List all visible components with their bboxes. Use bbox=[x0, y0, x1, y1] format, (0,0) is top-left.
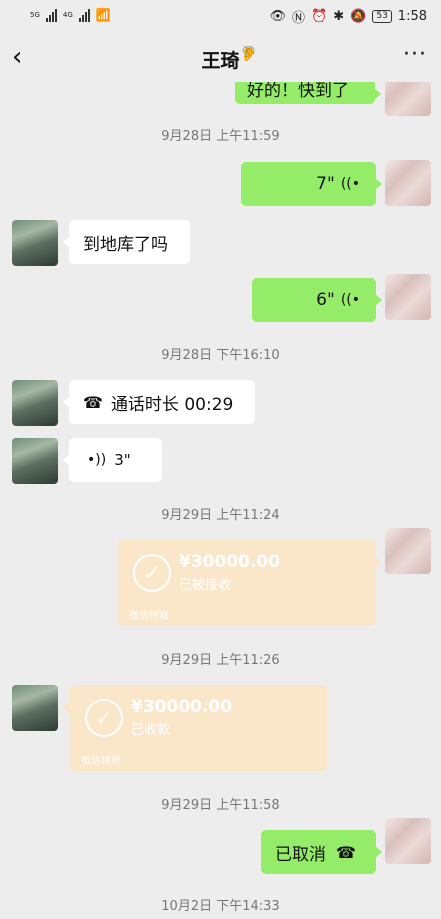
avatar[interactable] bbox=[385, 818, 431, 864]
eye-icon: 👁 bbox=[269, 9, 287, 24]
signal-icon bbox=[45, 8, 57, 22]
avatar[interactable] bbox=[385, 82, 431, 116]
message-text: 到地库了吗 bbox=[83, 234, 168, 255]
avatar[interactable] bbox=[385, 160, 431, 206]
voice-duration: 7" bbox=[316, 174, 335, 194]
chat-title: 王琦 bbox=[201, 50, 240, 72]
network-indicators: 5G 4G 📶 bbox=[30, 8, 111, 22]
transfer-brand: 微信转账 bbox=[81, 756, 121, 767]
battery-icon: 53 bbox=[372, 10, 392, 23]
check-circle-icon: ✓ bbox=[85, 699, 123, 737]
transfer-status: 已被接收 bbox=[179, 578, 232, 593]
call-duration-text: 通话时长 00:29 bbox=[110, 394, 234, 415]
message-list[interactable]: 好的！快到了 9月28日 上午11:59 7" ((• 到地库了吗 6" ((•… bbox=[0, 82, 441, 919]
transfer-amount: ¥30000.00 bbox=[131, 697, 233, 717]
clock: 1:58 bbox=[397, 9, 427, 24]
timestamp: 9月29日 上午11:26 bbox=[161, 653, 280, 668]
network-type-label-2: 4G bbox=[62, 10, 73, 19]
message-bubble-other[interactable]: 到地库了吗 bbox=[63, 220, 190, 264]
voice-wave-icon: ((• bbox=[340, 176, 360, 192]
voice-wave-icon: ((• bbox=[340, 292, 360, 308]
transfer-status: 已收款 bbox=[131, 723, 171, 738]
call-cancelled-bubble[interactable]: 已取消 ☎ bbox=[261, 830, 382, 874]
message-bubble-self[interactable]: 好的！快到了 bbox=[235, 82, 381, 104]
voice-message-self[interactable]: 6" ((• bbox=[252, 278, 382, 322]
alarm-icon: ⏰ bbox=[311, 9, 328, 24]
voice-message-other[interactable]: •)) 3" bbox=[63, 438, 162, 482]
timestamp: 9月28日 上午11:59 bbox=[161, 129, 280, 144]
transfer-amount: ¥30000.00 bbox=[179, 552, 281, 572]
timestamp: 9月28日 下午16:10 bbox=[161, 348, 280, 363]
timestamp: 10月2日 下午14:33 bbox=[161, 899, 280, 914]
voice-wave-icon: •)) bbox=[87, 452, 107, 468]
avatar[interactable] bbox=[12, 380, 58, 426]
wifi-icon: 📶 bbox=[95, 8, 111, 22]
network-type-label: 5G bbox=[30, 10, 40, 19]
nfc-icon: Ⓝ bbox=[292, 11, 306, 26]
timestamp: 9月29日 上午11:58 bbox=[161, 798, 280, 813]
system-indicators: 👁 Ⓝ ⏰ ✱ 🔕 53 1:58 bbox=[270, 7, 427, 26]
phone-icon: ☎ bbox=[83, 392, 103, 412]
signal-icon-2 bbox=[78, 8, 90, 22]
avatar[interactable] bbox=[12, 220, 58, 266]
chat-header: ‹ 王琦 🦻 ··· bbox=[0, 34, 441, 82]
avatar[interactable] bbox=[12, 685, 58, 731]
avatar[interactable] bbox=[385, 274, 431, 320]
avatar[interactable] bbox=[12, 438, 58, 484]
check-circle-icon: ✓ bbox=[133, 554, 171, 592]
call-record-bubble[interactable]: ☎ 通话时长 00:29 bbox=[63, 380, 255, 424]
voice-duration: 6" bbox=[316, 290, 335, 310]
transfer-card-self[interactable]: ✓ ¥30000.00 已被接收 微信转账 bbox=[117, 540, 382, 626]
transfer-card-other[interactable]: ✓ ¥30000.00 已收款 微信转账 bbox=[63, 685, 327, 771]
message-text: 好的！快到了 bbox=[247, 82, 349, 101]
mute-icon: 🔕 bbox=[350, 9, 367, 24]
transfer-brand: 微信转账 bbox=[129, 611, 169, 622]
ear-icon: 🦻 bbox=[240, 46, 258, 62]
voice-duration: 3" bbox=[114, 451, 131, 469]
more-icon[interactable]: ··· bbox=[403, 42, 427, 67]
timestamp: 9月29日 上午11:24 bbox=[161, 508, 280, 523]
phone-icon: ☎ bbox=[336, 842, 356, 862]
avatar[interactable] bbox=[385, 528, 431, 574]
call-status-text: 已取消 bbox=[275, 844, 326, 865]
voice-message-self[interactable]: 7" ((• bbox=[241, 162, 382, 206]
status-bar: 5G 4G 📶 👁 Ⓝ ⏰ ✱ 🔕 53 1:58 bbox=[0, 0, 441, 34]
bluetooth-icon: ✱ bbox=[333, 9, 345, 24]
